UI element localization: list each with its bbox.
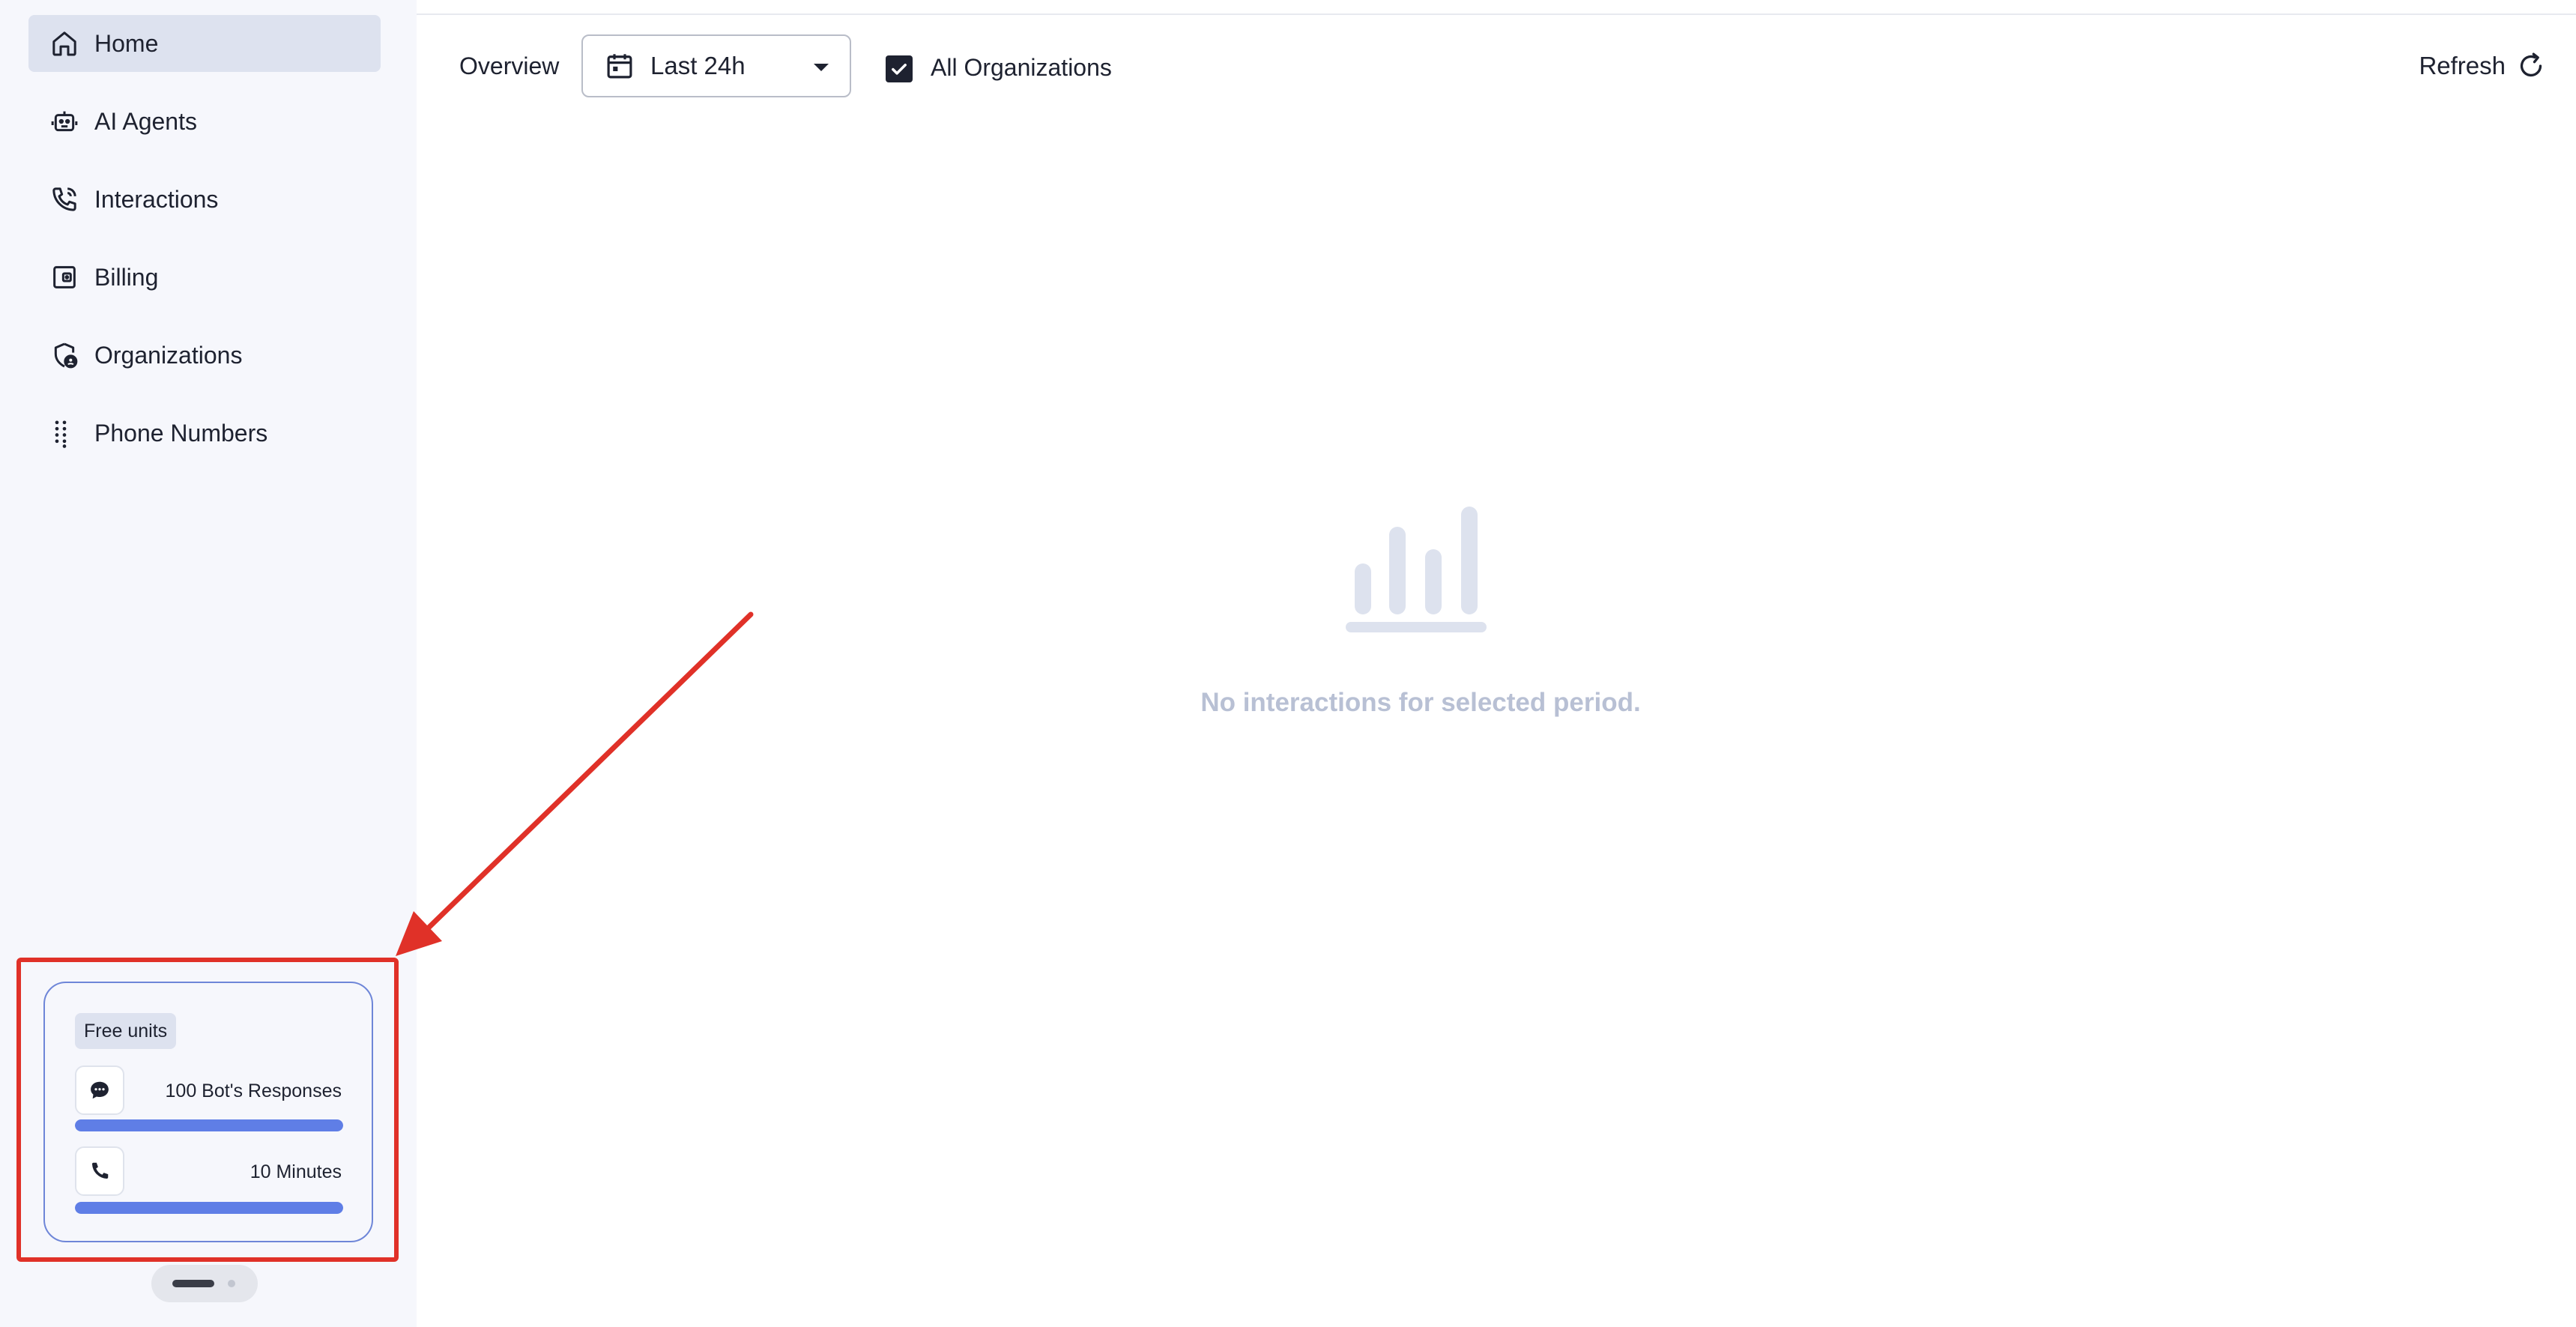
sidebar-item-home[interactable]: Home bbox=[28, 15, 381, 72]
dialpad-icon bbox=[48, 417, 81, 450]
check-icon bbox=[892, 64, 907, 75]
card-pager[interactable] bbox=[151, 1265, 258, 1302]
period-value: Last 24h bbox=[650, 52, 746, 79]
refresh-icon bbox=[2520, 52, 2542, 77]
sidebar-item-organizations[interactable]: Organizations bbox=[28, 327, 381, 384]
sidebar-item-label: Billing bbox=[94, 263, 159, 291]
sidebar-item-label: Interactions bbox=[94, 185, 219, 213]
phone-call-icon bbox=[48, 183, 81, 216]
shield-user-icon bbox=[48, 339, 81, 372]
robot-icon bbox=[48, 105, 81, 138]
bot-responses-label: 100 Bot's Responses bbox=[165, 1080, 342, 1101]
free-units-badge: Free units bbox=[75, 1013, 177, 1049]
minutes-label: 10 Minutes bbox=[250, 1161, 342, 1182]
home-icon bbox=[48, 27, 81, 60]
refresh-button[interactable]: Refresh bbox=[2419, 48, 2546, 84]
overview-label: Overview bbox=[459, 52, 560, 79]
wallet-icon bbox=[48, 261, 81, 294]
sidebar-item-label: Phone Numbers bbox=[94, 419, 268, 447]
sidebar-item-billing[interactable]: Billing bbox=[28, 249, 381, 306]
sidebar-item-label: Organizations bbox=[94, 341, 243, 369]
sidebar-item-label: AI Agents bbox=[94, 107, 197, 135]
chat-bubble-icon bbox=[75, 1065, 124, 1115]
bot-responses-progress-fill bbox=[75, 1119, 343, 1131]
main-content: Overview Last 24h All Organizations Refr… bbox=[417, 0, 2576, 1327]
top-divider bbox=[417, 13, 2576, 15]
refresh-label: Refresh bbox=[2419, 52, 2506, 79]
all-organizations-checkbox[interactable] bbox=[886, 55, 913, 82]
minutes-progress-fill bbox=[75, 1202, 343, 1214]
empty-state-message: No interactions for selected period. bbox=[1200, 688, 1641, 717]
bot-responses-progress bbox=[75, 1119, 343, 1131]
sidebar-item-label: Home bbox=[94, 29, 159, 57]
pager-dot[interactable] bbox=[228, 1280, 235, 1287]
sidebar-item-interactions[interactable]: Interactions bbox=[28, 171, 381, 228]
phone-icon bbox=[75, 1146, 124, 1196]
bar-chart-icon bbox=[1346, 507, 1487, 632]
sidebar-item-ai-agents[interactable]: AI Agents bbox=[28, 93, 381, 150]
chevron-down-icon bbox=[814, 64, 829, 71]
minutes-progress bbox=[75, 1202, 343, 1214]
sidebar-item-phone-numbers[interactable]: Phone Numbers bbox=[28, 405, 381, 462]
free-units-card[interactable]: Free units 100 Bot's Responses 10 Minute… bbox=[43, 982, 373, 1242]
sidebar: Home AI Agents Interactions Billing Orga bbox=[0, 0, 417, 1327]
all-organizations-label[interactable]: All Organizations bbox=[931, 54, 1112, 82]
period-select[interactable]: Last 24h bbox=[581, 34, 851, 97]
pager-dot-active[interactable] bbox=[172, 1280, 214, 1287]
app-root: Home AI Agents Interactions Billing Orga bbox=[0, 0, 2576, 1327]
calendar-icon bbox=[604, 50, 635, 82]
